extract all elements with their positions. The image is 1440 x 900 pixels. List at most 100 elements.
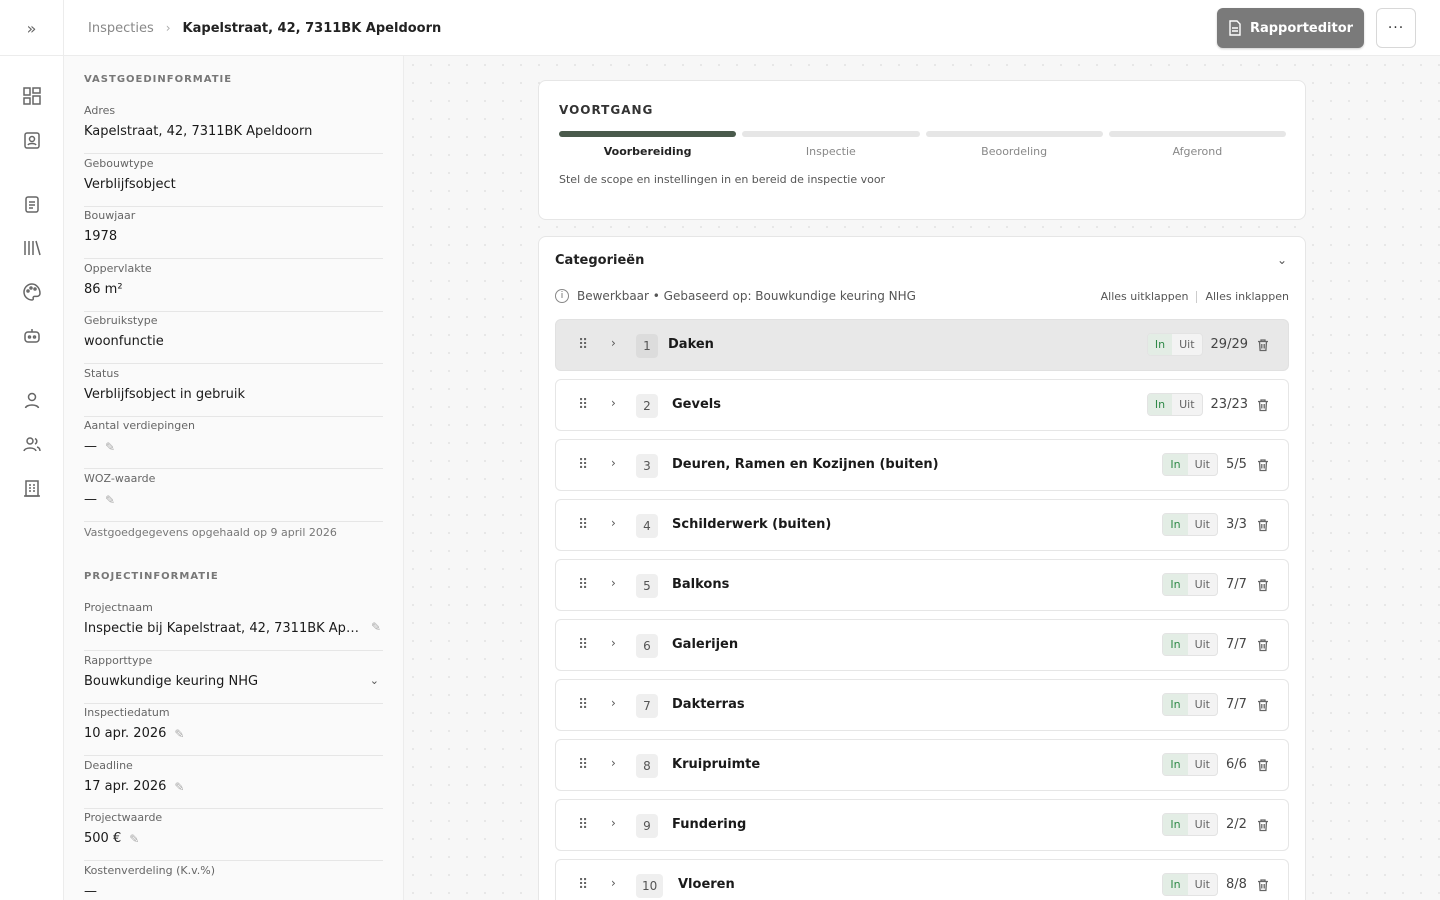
category-row[interactable]: ⠿ › 9 Fundering In Uit 2/2 <box>555 799 1289 851</box>
toggle-out-option[interactable]: Uit <box>1188 814 1217 835</box>
in-out-toggle[interactable]: In Uit <box>1146 333 1203 356</box>
toggle-out-option[interactable]: Uit <box>1172 394 1201 415</box>
chevron-right-icon[interactable]: › <box>611 876 616 890</box>
trash-icon[interactable] <box>1256 337 1272 353</box>
trash-icon[interactable] <box>1256 517 1272 533</box>
step-completed[interactable]: Afgerond <box>1108 131 1286 158</box>
in-out-toggle[interactable]: In Uit <box>1162 513 1218 536</box>
dashboard-icon[interactable] <box>22 86 44 108</box>
toggle-in-option[interactable]: In <box>1147 334 1173 355</box>
users-icon[interactable] <box>22 434 44 456</box>
trash-icon[interactable] <box>1256 397 1272 413</box>
category-row[interactable]: ⠿ › 3 Deuren, Ramen en Kozijnen (buiten) In U… <box>555 439 1289 491</box>
chevron-right-icon[interactable]: › <box>611 396 616 410</box>
toggle-in-option[interactable]: In <box>1163 814 1188 835</box>
in-out-toggle[interactable]: In Uit <box>1162 573 1218 596</box>
category-row[interactable]: ⠿ › 2 Gevels In Uit 23/23 <box>555 379 1289 431</box>
library-icon[interactable] <box>22 238 44 260</box>
toggle-in-option[interactable]: In <box>1163 754 1188 775</box>
toggle-in-option[interactable]: In <box>1163 874 1188 895</box>
toggle-out-option[interactable]: Uit <box>1188 874 1217 895</box>
pencil-icon[interactable]: ✎ <box>105 440 115 454</box>
trash-icon[interactable] <box>1256 457 1272 473</box>
building-icon[interactable] <box>22 478 44 500</box>
category-row[interactable]: ⠿ › 10 Vloeren In Uit 8/8 <box>555 859 1289 900</box>
pencil-icon[interactable]: ✎ <box>129 832 139 846</box>
field-floors[interactable]: Aantal verdiepingen — ✎ <box>84 417 383 469</box>
step-inspection[interactable]: Inspectie <box>742 131 920 158</box>
trash-icon[interactable] <box>1256 577 1272 593</box>
chevron-right-icon[interactable]: › <box>611 456 616 470</box>
toggle-in-option[interactable]: In <box>1163 514 1188 535</box>
drag-handle-icon[interactable]: ⠿ <box>578 577 588 593</box>
in-out-toggle[interactable]: In Uit <box>1162 813 1218 836</box>
in-out-toggle[interactable]: In Uit <box>1162 753 1218 776</box>
chevron-right-icon[interactable]: › <box>611 816 616 830</box>
collapse-all-link[interactable]: Alles inklappen <box>1205 290 1289 303</box>
field-deadline[interactable]: Deadline 17 apr. 2026 ✎ <box>84 757 383 809</box>
user-icon[interactable] <box>22 390 44 412</box>
trash-icon[interactable] <box>1256 817 1272 833</box>
in-out-toggle[interactable]: In Uit <box>1162 873 1218 896</box>
toggle-out-option[interactable]: Uit <box>1188 694 1217 715</box>
category-row[interactable]: ⠿ › 8 Kruipruimte In Uit 6/6 <box>555 739 1289 791</box>
trash-icon[interactable] <box>1256 757 1272 773</box>
toggle-out-option[interactable]: Uit <box>1188 574 1217 595</box>
toggle-out-option[interactable]: Uit <box>1188 754 1217 775</box>
in-out-toggle[interactable]: In Uit <box>1146 393 1203 416</box>
field-woz-value[interactable]: WOZ-waarde — ✎ <box>84 470 383 522</box>
toggle-in-option[interactable]: In <box>1163 454 1188 475</box>
toggle-in-option[interactable]: In <box>1163 694 1188 715</box>
toggle-in-option[interactable]: In <box>1163 574 1188 595</box>
breadcrumb-inspecties-link[interactable]: Inspecties <box>88 21 154 36</box>
toggle-in-option[interactable]: In <box>1163 634 1188 655</box>
robot-icon[interactable] <box>22 326 44 348</box>
collapse-card-button[interactable]: ⌄ <box>1277 253 1287 267</box>
report-editor-button[interactable]: Rapporteditor <box>1217 8 1364 48</box>
in-out-toggle[interactable]: In Uit <box>1162 633 1218 656</box>
category-row[interactable]: ⠿ › 6 Galerijen In Uit 7/7 <box>555 619 1289 671</box>
pencil-icon[interactable]: ✎ <box>105 493 115 507</box>
chevron-right-icon[interactable]: › <box>611 636 616 650</box>
category-row[interactable]: ⠿ › 1 Daken In Uit 29/29 <box>555 319 1289 371</box>
chevron-right-icon[interactable]: › <box>611 576 616 590</box>
expand-sidebar-button[interactable]: » <box>0 0 64 56</box>
in-out-toggle[interactable]: In Uit <box>1162 693 1218 716</box>
toggle-in-option[interactable]: In <box>1147 394 1173 415</box>
clipboard-icon[interactable] <box>22 194 44 216</box>
chevron-right-icon[interactable]: › <box>611 336 616 350</box>
inspection-badge-icon[interactable] <box>22 130 44 152</box>
drag-handle-icon[interactable]: ⠿ <box>578 697 588 713</box>
drag-handle-icon[interactable]: ⠿ <box>578 457 588 473</box>
category-row[interactable]: ⠿ › 7 Dakterras In Uit 7/7 <box>555 679 1289 731</box>
field-report-type[interactable]: Rapporttype Bouwkundige keuring NHG ⌄ <box>84 652 383 704</box>
in-out-toggle[interactable]: In Uit <box>1162 453 1218 476</box>
pencil-icon[interactable]: ✎ <box>174 780 184 794</box>
step-assessment[interactable]: Beoordeling <box>925 131 1103 158</box>
chevron-down-icon[interactable]: ⌄ <box>370 674 379 687</box>
palette-icon[interactable] <box>22 282 44 304</box>
drag-handle-icon[interactable]: ⠿ <box>578 337 588 353</box>
drag-handle-icon[interactable]: ⠿ <box>578 637 588 653</box>
trash-icon[interactable] <box>1256 637 1272 653</box>
expand-all-link[interactable]: Alles uitklappen <box>1101 290 1189 303</box>
toggle-out-option[interactable]: Uit <box>1188 634 1217 655</box>
chevron-right-icon[interactable]: › <box>611 756 616 770</box>
field-cost-split[interactable]: Kostenverdeling (K.v.%) — <box>84 862 383 900</box>
field-project-value[interactable]: Projectwaarde 500 € ✎ <box>84 809 383 861</box>
drag-handle-icon[interactable]: ⠿ <box>578 517 588 533</box>
category-row[interactable]: ⠿ › 5 Balkons In Uit 7/7 <box>555 559 1289 611</box>
trash-icon[interactable] <box>1256 697 1272 713</box>
chevron-right-icon[interactable]: › <box>611 696 616 710</box>
drag-handle-icon[interactable]: ⠿ <box>578 757 588 773</box>
more-options-button[interactable]: ··· <box>1376 8 1416 48</box>
toggle-out-option[interactable]: Uit <box>1188 454 1217 475</box>
field-inspection-date[interactable]: Inspectiedatum 10 apr. 2026 ✎ <box>84 704 383 756</box>
drag-handle-icon[interactable]: ⠿ <box>578 397 588 413</box>
step-preparation[interactable]: Voorbereiding <box>559 131 737 158</box>
chevron-right-icon[interactable]: › <box>611 516 616 530</box>
pencil-icon[interactable]: ✎ <box>174 727 184 741</box>
toggle-out-option[interactable]: Uit <box>1188 514 1217 535</box>
drag-handle-icon[interactable]: ⠿ <box>578 817 588 833</box>
trash-icon[interactable] <box>1256 877 1272 893</box>
